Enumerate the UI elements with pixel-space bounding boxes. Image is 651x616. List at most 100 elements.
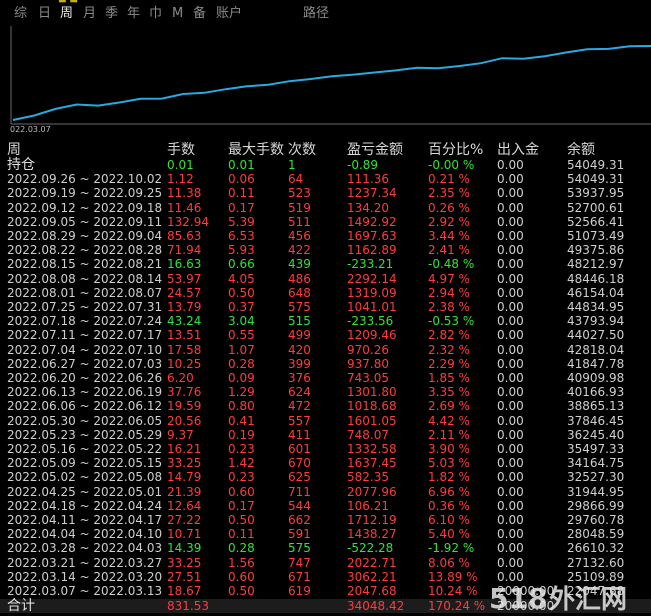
table-row[interactable]: 2022.09.05 ~ 2022.09.11 132.94 5.39 511 1492… (0, 215, 651, 229)
cell-max-lots: 0.41 (228, 414, 255, 428)
cell-max-lots: 0.28 (228, 357, 255, 371)
table-row[interactable]: 2022.05.30 ~ 2022.06.05 20.56 0.41 557 1601.… (0, 414, 651, 428)
table-row[interactable]: 2022.08.15 ~ 2022.08.21 16.63 0.66 439 -233.… (0, 257, 651, 271)
cell-pnl: -0.89 (347, 158, 379, 172)
cell-count: 486 (288, 272, 311, 286)
cell-balance: 35497.33 (567, 442, 625, 456)
table-row[interactable]: 2022.05.16 ~ 2022.05.22 16.21 0.23 601 1332.… (0, 442, 651, 456)
table-row[interactable]: 2022.08.08 ~ 2022.08.14 53.97 4.05 486 2292.… (0, 272, 651, 286)
tab-overview[interactable]: 综 (14, 6, 27, 22)
table-row[interactable]: 2022.07.18 ~ 2022.07.24 43.24 3.04 515 -233.… (0, 314, 651, 328)
cell-max-lots: 0.23 (228, 442, 255, 456)
tab-symbol[interactable]: 巾 (149, 6, 162, 22)
cell-balance: 54049.31 (567, 172, 625, 186)
cell-pnl: 937.80 (347, 357, 389, 371)
cell-max-lots: 0.01 (228, 158, 255, 172)
cell-period: 2022.05.09 ~ 2022.05.15 (7, 456, 163, 470)
table-row[interactable]: 2022.07.04 ~ 2022.07.10 17.58 1.07 420 970.2… (0, 343, 651, 357)
cell-io: 0.00 (497, 343, 524, 357)
table-row[interactable]: 2022.09.26 ~ 2022.10.02 1.12 0.06 64 111.36 0… (0, 172, 651, 186)
tab-magic[interactable]: M (172, 6, 183, 22)
cell-period: 2022.05.30 ~ 2022.06.05 (7, 414, 163, 428)
cell-max-lots: 6.53 (228, 229, 255, 243)
cell-count: 376 (288, 371, 311, 385)
cell-balance: 43793.94 (567, 314, 625, 328)
table-row[interactable]: 2022.04.18 ~ 2022.04.24 12.64 0.17 544 106.2… (0, 499, 651, 513)
top-indicator: ▬ ▬ (58, 0, 78, 6)
cell-max-lots: 0.11 (228, 186, 255, 200)
table-row[interactable]: 2022.05.09 ~ 2022.05.15 33.25 1.42 670 1637.… (0, 456, 651, 470)
cell-lots: 33.25 (167, 456, 202, 470)
cell-io: 0.00 (497, 215, 524, 229)
table-row[interactable]: 2022.07.25 ~ 2022.07.31 13.79 0.37 575 1041.… (0, 300, 651, 314)
tab-week[interactable]: 周 (60, 6, 73, 22)
table-row[interactable]: 2022.08.29 ~ 2022.09.04 85.63 6.53 456 1697.… (0, 229, 651, 243)
cell-pnl: 1712.19 (347, 513, 397, 527)
cell-balance: 28048.59 (567, 527, 625, 541)
table-row[interactable]: 2022.08.01 ~ 2022.08.07 24.57 0.50 648 1319.… (0, 286, 651, 300)
tab-year[interactable]: 年 (127, 6, 140, 22)
cell-max-lots: 0.50 (228, 286, 255, 300)
cell-max-lots: 0.19 (228, 428, 255, 442)
tab-quarter[interactable]: 季 (105, 6, 118, 22)
cell-max-lots: 0.80 (228, 399, 255, 413)
cell-count: 1 (288, 158, 296, 172)
tab-account[interactable]: 账户 (216, 6, 242, 22)
cell-count: 557 (288, 414, 311, 428)
cell-period: 2022.03.14 ~ 2022.03.20 (7, 570, 163, 584)
cell-lots: 9.37 (167, 428, 194, 442)
cell-pnl: 1209.46 (347, 328, 397, 342)
cell-lots: 12.64 (167, 499, 202, 513)
table-row[interactable]: 2022.06.27 ~ 2022.07.03 10.25 0.28 399 937.8… (0, 357, 651, 371)
cell-balance: 41847.78 (567, 357, 625, 371)
table-row[interactable]: 2022.04.11 ~ 2022.04.17 27.22 0.50 662 1712.… (0, 513, 651, 527)
cell-io: 0.00 (497, 286, 524, 300)
cell-pnl: 1301.80 (347, 385, 397, 399)
cell-pnl: 743.05 (347, 371, 389, 385)
cell-pnl: 1332.58 (347, 442, 397, 456)
cell-pct: 2.11 % (428, 428, 470, 442)
cell-period: 2022.04.18 ~ 2022.04.24 (7, 499, 163, 513)
tab-day[interactable]: 日 (38, 6, 51, 22)
table-row[interactable]: 2022.09.12 ~ 2022.09.18 11.46 0.17 519 134.2… (0, 201, 651, 215)
tab-note[interactable]: 备 (193, 6, 206, 22)
cell-count: 456 (288, 229, 311, 243)
holding-row[interactable]: 持仓 0.01 0.01 1 -0.89 -0.00 % 0.00 54049.31 (0, 158, 651, 172)
table-row[interactable]: 2022.03.28 ~ 2022.04.03 14.39 0.28 575 -522.… (0, 541, 651, 555)
cell-count: 601 (288, 442, 311, 456)
cell-max-lots: 0.09 (228, 371, 255, 385)
table-row[interactable]: 2022.06.20 ~ 2022.06.26 6.20 0.09 376 743.05… (0, 371, 651, 385)
cell-pnl: 1601.05 (347, 414, 397, 428)
table-row[interactable]: 2022.07.11 ~ 2022.07.17 13.51 0.55 499 1209.… (0, 328, 651, 342)
cell-pct: 8.06 % (428, 556, 470, 570)
tab-path[interactable]: 路径 (303, 6, 329, 22)
cell-count: 591 (288, 527, 311, 541)
cell-count: 422 (288, 243, 311, 257)
cell-period: 2022.04.04 ~ 2022.04.10 (7, 527, 163, 541)
cell-max-lots: 0.50 (228, 584, 255, 598)
table-row[interactable]: 2022.06.13 ~ 2022.06.19 37.76 1.29 624 1301.… (0, 385, 651, 399)
table-row[interactable]: 2022.05.23 ~ 2022.05.29 9.37 0.19 411 748.07… (0, 428, 651, 442)
table-row[interactable]: 2022.09.19 ~ 2022.09.25 11.38 0.11 523 1237.… (0, 186, 651, 200)
cell-lots: 85.63 (167, 229, 202, 243)
table-row[interactable]: 2022.05.02 ~ 2022.05.08 14.79 0.23 625 582.3… (0, 470, 651, 484)
cell-lots: 18.67 (167, 584, 202, 598)
header-io: 出入金 (497, 142, 539, 158)
cell-balance: 46154.04 (567, 286, 625, 300)
cell-io: 0.00 (497, 527, 524, 541)
cell-pnl: 1492.92 (347, 215, 397, 229)
cell-pct: 0.21 % (428, 172, 470, 186)
cell-max-lots: 0.55 (228, 328, 255, 342)
cell-count: 619 (288, 584, 311, 598)
cell-max-lots: 0.17 (228, 201, 255, 215)
screen-root: { "tabs": [ {"label":"综","active":false}… (0, 0, 651, 616)
tab-month[interactable]: 月 (83, 6, 96, 22)
table-row[interactable]: 2022.03.21 ~ 2022.03.27 33.25 1.56 747 2022.… (0, 556, 651, 570)
cell-balance: 29760.78 (567, 513, 625, 527)
table-row[interactable]: 2022.04.04 ~ 2022.04.10 10.71 0.11 591 1438.… (0, 527, 651, 541)
table-row[interactable]: 2022.06.06 ~ 2022.06.12 19.59 0.80 472 1018.… (0, 399, 651, 413)
table-row[interactable]: 2022.08.22 ~ 2022.08.28 71.94 5.93 422 1162.… (0, 243, 651, 257)
cell-pnl: 748.07 (347, 428, 389, 442)
cell-max-lots: 0.60 (228, 485, 255, 499)
table-row[interactable]: 2022.04.25 ~ 2022.05.01 21.39 0.60 711 2077.… (0, 485, 651, 499)
